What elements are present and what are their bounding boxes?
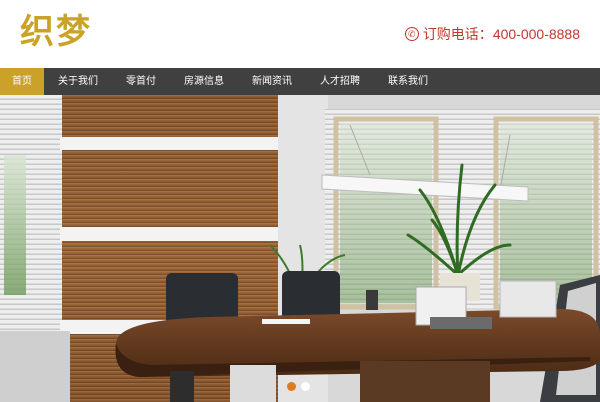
- phone-icon: ✆: [404, 27, 419, 41]
- main-nav: 首页 关于我们 零首付 房源信息 新闻资讯 人才招聘 联系我们: [0, 68, 600, 95]
- nav-item-contact[interactable]: 联系我们: [374, 68, 442, 95]
- office-photo: [0, 95, 600, 402]
- site-header: 织梦 ✆ 订购电话： 400-000-8888: [0, 0, 600, 68]
- nav-item-jobs[interactable]: 人才招聘: [306, 68, 374, 95]
- hotline-number: 400-000-8888: [492, 26, 580, 42]
- nav-item-news[interactable]: 新闻资讯: [238, 68, 306, 95]
- slide-dot-2[interactable]: [301, 382, 310, 391]
- nav-item-listings[interactable]: 房源信息: [170, 68, 238, 95]
- nav-item-zero-down[interactable]: 零首付: [112, 68, 170, 95]
- hotline: ✆ 订购电话： 400-000-8888: [404, 24, 580, 44]
- site-logo[interactable]: 织梦: [20, 10, 92, 54]
- hotline-label: 订购电话：: [422, 27, 493, 43]
- slide-dot-1[interactable]: [287, 382, 296, 391]
- hero-banner[interactable]: [0, 95, 600, 402]
- slide-indicators: [287, 382, 310, 391]
- nav-item-about[interactable]: 关于我们: [44, 68, 112, 95]
- nav-item-home[interactable]: 首页: [0, 68, 44, 95]
